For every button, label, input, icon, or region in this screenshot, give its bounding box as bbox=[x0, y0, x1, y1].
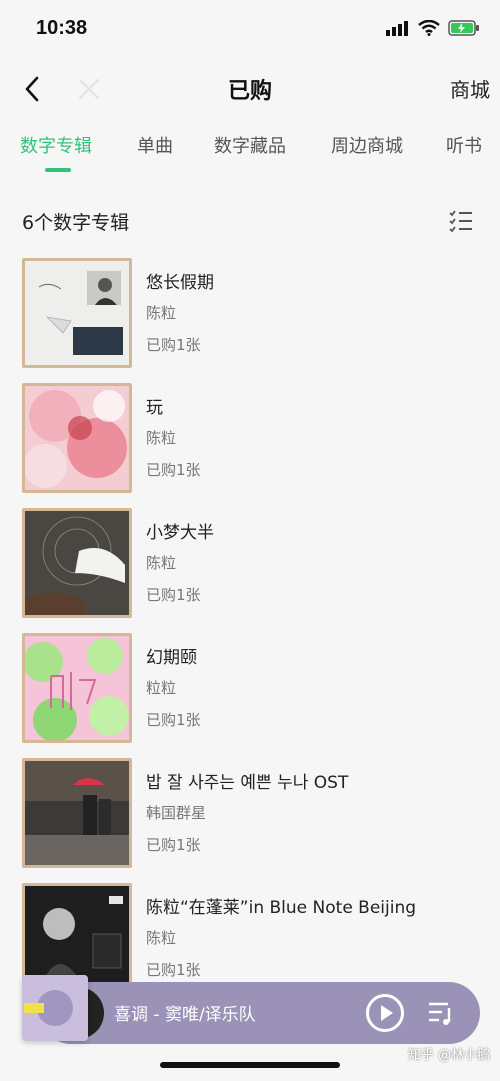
page-title: 已购 bbox=[227, 79, 272, 104]
purchase-count: 已购1张 bbox=[146, 461, 201, 479]
play-icon bbox=[381, 1005, 393, 1021]
section-title: 6个数字专辑 bbox=[22, 212, 130, 234]
album-artist: 韩国群星 bbox=[146, 804, 207, 822]
purchase-count: 已购1张 bbox=[146, 711, 201, 729]
album-artist: 陈粒 bbox=[146, 929, 177, 947]
album-cover bbox=[22, 633, 132, 743]
purchase-count: 已购1张 bbox=[146, 836, 201, 854]
mini-player[interactable] bbox=[40, 982, 480, 1044]
store-link[interactable]: 商城 bbox=[450, 74, 490, 103]
album-list-section: 6个数字专辑 悠长假期 陈粒 已购1张 玩 陈粒 已购1张 小梦大半 陈粒 已购… bbox=[0, 174, 500, 1081]
tab-audiobooks[interactable]: 听书 bbox=[446, 132, 482, 158]
list-item[interactable]: 밥 잘 사주는 예쁜 누나 OST 韩国群星 已购1张 bbox=[22, 758, 482, 868]
album-artist: 陈粒 bbox=[146, 554, 177, 572]
play-button[interactable] bbox=[366, 994, 404, 1032]
list-item[interactable]: 悠长假期 陈粒 已购1张 bbox=[22, 258, 482, 368]
status-icons bbox=[386, 20, 480, 36]
list-item[interactable]: 陈粒“在蓬莱”in Blue Note Beijing 陈粒 已购1张 bbox=[22, 883, 482, 993]
album-title: 幻期颐 bbox=[146, 648, 197, 668]
album-title: 陈粒“在蓬莱”in Blue Note Beijing bbox=[146, 898, 417, 918]
wifi-icon bbox=[418, 20, 440, 36]
tab-merch-store[interactable]: 周边商城 bbox=[331, 132, 403, 158]
album-title: 玩 bbox=[146, 398, 163, 418]
album-title: 밥 잘 사주는 예쁜 누나 OST bbox=[146, 773, 349, 793]
signal-icon bbox=[386, 21, 408, 36]
now-playing-text: 喜调 - 窦唯/译乐队 bbox=[114, 1005, 256, 1025]
album-artist: 粒粒 bbox=[146, 679, 177, 697]
list-item[interactable]: 玩 陈粒 已购1张 bbox=[22, 383, 482, 493]
purchase-count: 已购1张 bbox=[146, 336, 201, 354]
playlist-icon[interactable] bbox=[426, 998, 456, 1028]
tab-singles[interactable]: 单曲 bbox=[137, 132, 173, 158]
album-cover bbox=[22, 258, 132, 368]
tab-digital-collectibles[interactable]: 数字藏品 bbox=[214, 132, 286, 158]
album-title: 悠长假期 bbox=[146, 273, 214, 293]
list-mode-icon[interactable] bbox=[448, 208, 474, 234]
album-cover bbox=[22, 758, 132, 868]
battery-icon bbox=[448, 20, 479, 36]
watermark: 知乎 @林小鹅 bbox=[407, 1048, 490, 1063]
purchase-count: 已购1张 bbox=[146, 586, 201, 604]
status-time: 10:38 bbox=[36, 17, 88, 39]
album-title: 小梦大半 bbox=[146, 523, 214, 543]
album-cover bbox=[22, 508, 132, 618]
list-item[interactable]: 幻期颐 粒粒 已购1张 bbox=[22, 633, 482, 743]
status-bar: 10:38 bbox=[0, 0, 500, 60]
album-artist: 陈粒 bbox=[146, 304, 177, 322]
list-item[interactable]: 小梦大半 陈粒 已购1张 bbox=[22, 508, 482, 618]
tab-indicator bbox=[45, 168, 71, 172]
nav-bar: 已购 商城 bbox=[0, 60, 500, 116]
album-artist: 陈粒 bbox=[146, 429, 177, 447]
tab-digital-albums[interactable]: 数字专辑 bbox=[20, 132, 92, 158]
now-playing-cover[interactable] bbox=[22, 975, 88, 1041]
tab-bar: 数字专辑 单曲 数字藏品 周边商城 听书 bbox=[0, 116, 500, 174]
purchase-count: 已购1张 bbox=[146, 961, 201, 979]
home-indicator bbox=[160, 1062, 340, 1068]
album-cover bbox=[22, 383, 132, 493]
